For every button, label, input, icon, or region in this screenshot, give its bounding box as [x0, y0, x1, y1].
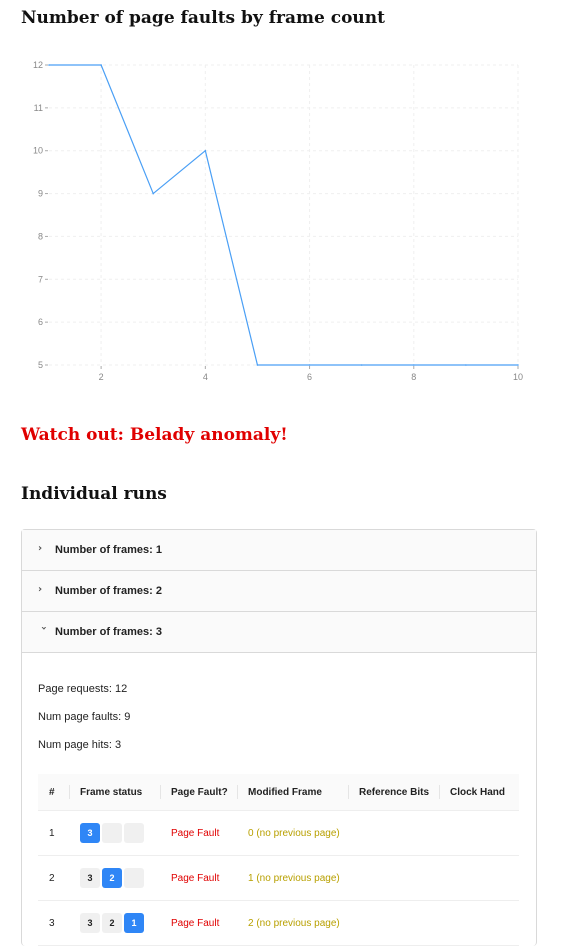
y-tick-label: 8	[38, 231, 43, 241]
belady-warning: Watch out: Belady anomaly!	[21, 425, 288, 445]
col-number: #	[38, 774, 69, 811]
page-faults-stat: Num page faults: 9	[38, 711, 131, 723]
clock-hand-cell	[439, 900, 519, 946]
reference-bits-cell	[348, 810, 439, 856]
chart-title: Number of page faults by frame count	[21, 8, 385, 28]
page-hits-stat: Num page hits: 3	[38, 739, 122, 751]
col-modified-frame: Modified Frame	[237, 774, 348, 811]
col-clock-hand: Clock Hand	[439, 774, 519, 811]
runs-accordion: › Number of frames: 1 › Number of frames…	[21, 529, 537, 946]
frame-status-cell: 3	[69, 810, 160, 856]
chevron-right-icon: ›	[38, 543, 43, 554]
modified-frame-cell: 2 (no previous page)	[237, 900, 348, 946]
modified-frame-cell: 1 (no previous page)	[237, 855, 348, 901]
reference-bits-cell	[348, 855, 439, 901]
clock-hand-cell	[439, 810, 519, 856]
frame-slot: 2	[102, 913, 122, 933]
y-tick-label: 9	[38, 189, 43, 199]
frame-slot: 3	[80, 823, 100, 843]
data-point	[412, 364, 415, 366]
frame-slot: 3	[80, 868, 100, 888]
frame-slot	[102, 823, 122, 843]
frame-slot: 3	[80, 913, 100, 933]
frame-slot: 1	[124, 913, 144, 933]
reference-bits-cell	[348, 900, 439, 946]
x-tick-label: 6	[307, 372, 312, 382]
chevron-right-icon: ›	[38, 584, 43, 595]
clock-hand-cell	[439, 855, 519, 901]
data-point	[100, 64, 102, 66]
frame-status-cell: 321	[69, 900, 160, 946]
x-tick-label: 4	[203, 372, 208, 382]
series-line	[49, 64, 518, 366]
row-number: 2	[38, 855, 69, 901]
data-point	[517, 364, 519, 366]
x-tick-label: 8	[411, 372, 416, 382]
row-number: 1	[38, 810, 69, 856]
page-requests-stat: Page requests: 12	[38, 683, 128, 695]
y-tick-label: 12	[33, 60, 43, 70]
frame-slot: 2	[102, 868, 122, 888]
frame-slot	[124, 823, 144, 843]
x-tick-label: 2	[99, 372, 104, 382]
data-point	[465, 364, 467, 366]
data-point	[308, 364, 311, 366]
accordion-header-frames-2[interactable]: › Number of frames: 2	[22, 571, 536, 612]
col-reference-bits: Reference Bits	[348, 774, 439, 811]
runs-table: # Frame status Page Fault? Modified Fram…	[38, 774, 519, 946]
data-point	[256, 364, 259, 366]
col-page-fault: Page Fault?	[160, 774, 237, 811]
accordion-header-frames-3[interactable]: › Number of frames: 3	[22, 612, 536, 653]
page-fault-cell: Page Fault	[160, 900, 237, 946]
y-tick-label: 11	[34, 103, 43, 113]
col-frame-status: Frame status	[69, 774, 160, 811]
accordion-panel-frames-3: Page requests: 12 Num page faults: 9 Num…	[22, 653, 536, 946]
accordion-label: Number of frames: 1	[55, 544, 162, 556]
data-point	[152, 192, 155, 195]
table-row: 1 3 Page Fault 0 (no previous page)	[38, 810, 519, 856]
page-faults-line-chart: 5 6 7 8 9 10 11 12 2 4 6 8 10	[33, 60, 523, 382]
y-tick-label: 10	[33, 146, 43, 156]
y-tick-label: 6	[38, 317, 43, 327]
table-row: 3 3 2 1 Page Fault 2 (no previous page)	[38, 900, 519, 946]
x-tick-label: 10	[513, 372, 523, 382]
accordion-label: Number of frames: 3	[55, 626, 162, 638]
y-tick-label: 7	[38, 274, 43, 284]
frame-slot	[124, 868, 144, 888]
data-point	[204, 149, 207, 152]
table-header-row: # Frame status Page Fault? Modified Fram…	[38, 774, 519, 811]
modified-frame-cell: 0 (no previous page)	[237, 810, 348, 856]
chevron-down-icon: ›	[38, 626, 49, 631]
data-point	[360, 364, 363, 366]
accordion-header-frames-1[interactable]: › Number of frames: 1	[22, 530, 536, 571]
row-number: 3	[38, 900, 69, 946]
page-fault-cell: Page Fault	[160, 855, 237, 901]
table-row: 2 3 2 Page Fault 1 (no previous page)	[38, 855, 519, 901]
frame-status-cell: 32	[69, 855, 160, 901]
data-point	[48, 64, 50, 66]
individual-runs-heading: Individual runs	[21, 484, 167, 504]
page-fault-cell: Page Fault	[160, 810, 237, 856]
y-tick-label: 5	[38, 360, 43, 370]
accordion-label: Number of frames: 2	[55, 585, 162, 597]
